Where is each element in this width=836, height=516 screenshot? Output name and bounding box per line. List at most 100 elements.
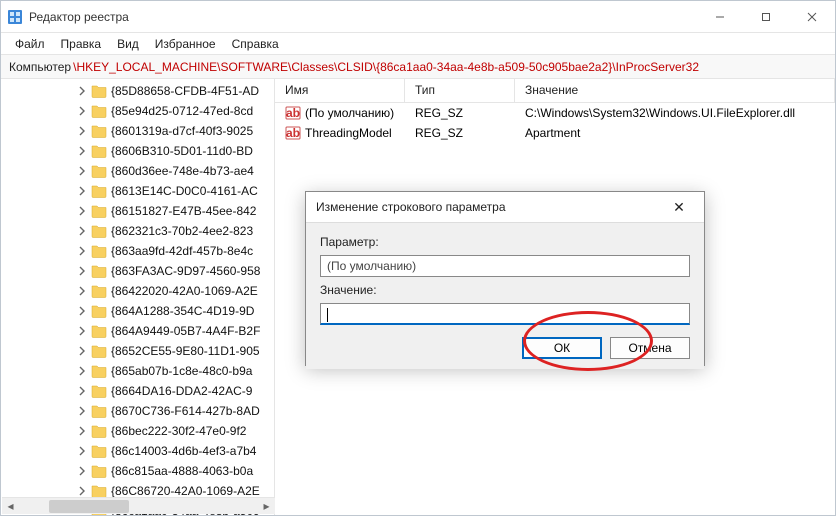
folder-icon (91, 404, 107, 418)
tree-scrollbar-horizontal[interactable]: ◂ ▸ (2, 497, 275, 514)
window-buttons (697, 1, 835, 33)
tree-item-label: {864A1288-354C-4D19-9D (111, 304, 254, 318)
tree-item[interactable]: {86c815aa-4888-4063-b0a (1, 461, 275, 481)
tree-item[interactable]: {864A9449-05B7-4A4F-B2F (1, 321, 275, 341)
folder-icon (91, 104, 107, 118)
param-readonly-field: (По умолчанию) (320, 255, 690, 277)
scroll-left-button[interactable]: ◂ (2, 498, 19, 515)
expand-icon[interactable] (75, 164, 89, 178)
menu-help[interactable]: Справка (226, 35, 285, 53)
param-label: Параметр: (320, 235, 690, 249)
menu-favorites[interactable]: Избранное (149, 35, 222, 53)
expand-icon[interactable] (75, 464, 89, 478)
expand-icon[interactable] (75, 184, 89, 198)
col-type[interactable]: Тип (405, 79, 515, 102)
expand-icon[interactable] (75, 404, 89, 418)
tree-item-label: {8652CE55-9E80-11D1-905 (111, 344, 260, 358)
tree-item-label: {86151827-E47B-45ee-842 (111, 204, 256, 218)
expand-icon[interactable] (75, 484, 89, 498)
expand-icon[interactable] (75, 144, 89, 158)
tree-item-label: {86C86720-42A0-1069-A2E (111, 484, 260, 498)
folder-icon (91, 444, 107, 458)
expand-icon[interactable] (75, 124, 89, 138)
tree-item[interactable]: {8664DA16-DDA2-42AC-9 (1, 381, 275, 401)
expand-icon[interactable] (75, 384, 89, 398)
tree-item[interactable]: {864A1288-354C-4D19-9D (1, 301, 275, 321)
col-value[interactable]: Значение (515, 79, 835, 102)
tree-item[interactable]: {86151827-E47B-45ee-842 (1, 201, 275, 221)
folder-icon (91, 364, 107, 378)
tree-item[interactable]: {85e94d25-0712-47ed-8cd (1, 101, 275, 121)
tree-item[interactable]: {860d36ee-748e-4b73-ae4 (1, 161, 275, 181)
tree-pane[interactable]: {85D88658-CFDB-4F51-AD {85e94d25-0712-47e… (1, 79, 275, 515)
tree-item[interactable]: {863FA3AC-9D97-4560-958 (1, 261, 275, 281)
folder-icon (91, 244, 107, 258)
address-bar[interactable]: Компьютер \HKEY_LOCAL_MACHINE\SOFTWARE\C… (1, 55, 835, 79)
expand-icon[interactable] (75, 424, 89, 438)
tree-item[interactable]: {86c14003-4d6b-4ef3-a7b4 (1, 441, 275, 461)
ok-button[interactable]: ОК (522, 337, 602, 359)
menu-view[interactable]: Вид (111, 35, 145, 53)
expand-icon[interactable] (75, 104, 89, 118)
tree-item-label: {8606B310-5D01-11d0-BD (111, 144, 253, 158)
scroll-track[interactable] (19, 498, 258, 515)
menu-file[interactable]: Файл (9, 35, 51, 53)
tree-item[interactable]: {863aa9fd-42df-457b-8e4c (1, 241, 275, 261)
tree-item[interactable]: {8652CE55-9E80-11D1-905 (1, 341, 275, 361)
expand-icon[interactable] (75, 344, 89, 358)
expand-icon[interactable] (75, 364, 89, 378)
expand-icon[interactable] (75, 264, 89, 278)
dialog-buttons: ОК Отмена (320, 337, 690, 359)
expand-icon[interactable] (75, 304, 89, 318)
tree-item[interactable]: {8670C736-F614-427b-8AD (1, 401, 275, 421)
tree-item-label: {85D88658-CFDB-4F51-AD (111, 84, 259, 98)
expand-icon[interactable] (75, 444, 89, 458)
tree-item[interactable]: {865ab07b-1c8e-48c0-b9a (1, 361, 275, 381)
column-headers: Имя Тип Значение (275, 79, 835, 103)
tree-item-label: {863FA3AC-9D97-4560-958 (111, 264, 260, 278)
minimize-button[interactable] (697, 1, 743, 33)
expand-icon[interactable] (75, 324, 89, 338)
folder-icon (91, 184, 107, 198)
svg-text:ab: ab (286, 106, 300, 120)
tree-item[interactable]: {8613E14C-D0C0-4161-AC (1, 181, 275, 201)
dialog-close-button[interactable]: ✕ (664, 192, 694, 222)
tree-item-label: {8670C736-F614-427b-8AD (111, 404, 260, 418)
address-path: \HKEY_LOCAL_MACHINE\SOFTWARE\Classes\CLS… (73, 60, 699, 74)
address-label: Компьютер (9, 60, 71, 74)
tree-item[interactable]: {86bec222-30f2-47e0-9f2 (1, 421, 275, 441)
tree-item[interactable]: {862321c3-70b2-4ee2-823 (1, 221, 275, 241)
tree-item-label: {86c815aa-4888-4063-b0a (111, 464, 253, 478)
menu-edit[interactable]: Правка (55, 35, 108, 53)
value-data: C:\Windows\System32\Windows.UI.FileExplo… (515, 104, 835, 122)
value-row[interactable]: ab(По умолчанию)REG_SZC:\Windows\System3… (275, 103, 835, 123)
dialog-body: Параметр: (По умолчанию) Значение: ОК От… (306, 222, 704, 369)
folder-icon (91, 424, 107, 438)
tree-item[interactable]: {8601319a-d7cf-40f3-9025 (1, 121, 275, 141)
col-name[interactable]: Имя (275, 79, 405, 102)
expand-icon[interactable] (75, 224, 89, 238)
value-row[interactable]: abThreadingModelREG_SZApartment (275, 123, 835, 143)
maximize-button[interactable] (743, 1, 789, 33)
expand-icon[interactable] (75, 204, 89, 218)
tree-item-label: {860d36ee-748e-4b73-ae4 (111, 164, 254, 178)
scroll-thumb[interactable] (49, 500, 129, 513)
expand-icon[interactable] (75, 284, 89, 298)
scroll-right-button[interactable]: ▸ (258, 498, 275, 515)
expand-icon[interactable] (75, 244, 89, 258)
folder-icon (91, 144, 107, 158)
tree-item[interactable]: {86422020-42A0-1069-A2E (1, 281, 275, 301)
value-type: REG_SZ (405, 104, 515, 122)
expand-icon[interactable] (75, 84, 89, 98)
folder-icon (91, 264, 107, 278)
value-input[interactable] (320, 303, 690, 325)
dialog-title: Изменение строкового параметра (316, 200, 664, 214)
cancel-button[interactable]: Отмена (610, 337, 690, 359)
tree-item[interactable]: {85D88658-CFDB-4F51-AD (1, 81, 275, 101)
folder-icon (91, 464, 107, 478)
folder-icon (91, 484, 107, 498)
tree-item[interactable]: {8606B310-5D01-11d0-BD (1, 141, 275, 161)
folder-icon (91, 384, 107, 398)
close-button[interactable] (789, 1, 835, 33)
folder-icon (91, 304, 107, 318)
